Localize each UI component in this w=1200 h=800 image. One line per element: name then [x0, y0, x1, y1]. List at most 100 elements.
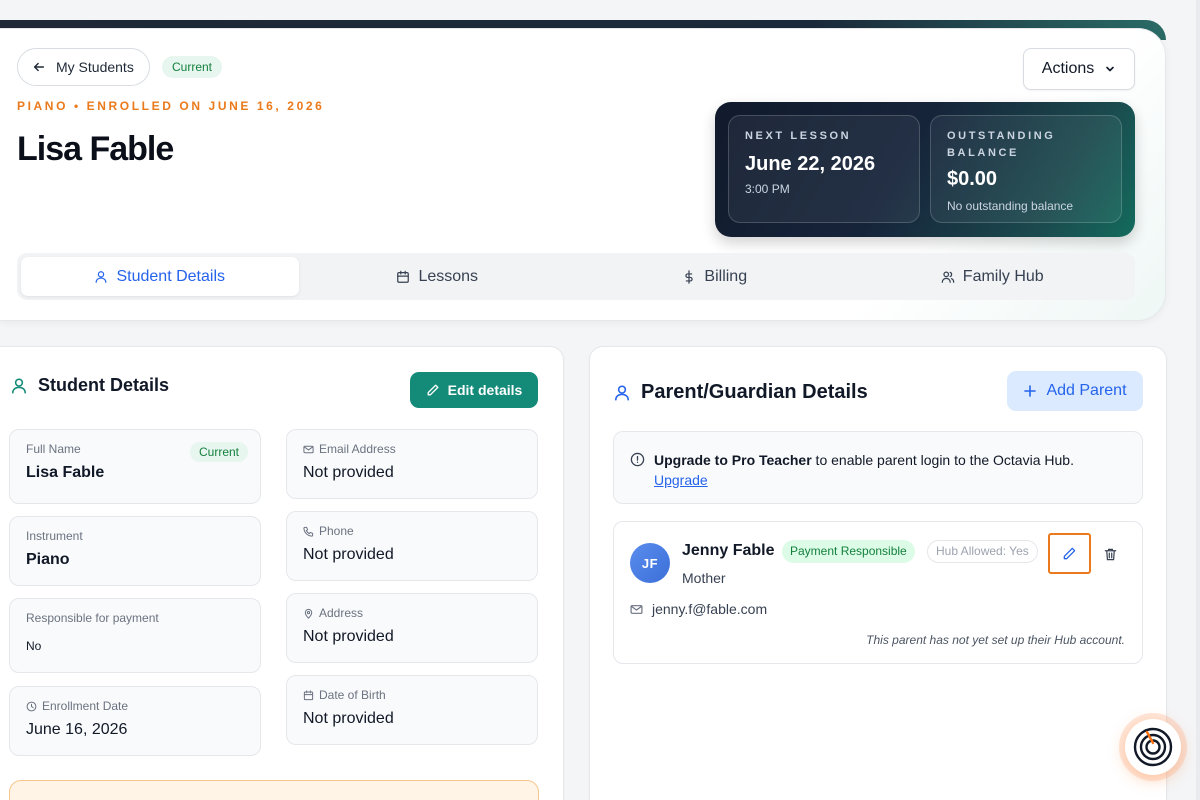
field-value: Piano: [26, 551, 70, 568]
chevron-down-icon: [1106, 66, 1115, 72]
next-lesson-label: NEXT LESSON: [745, 130, 852, 142]
tab-label: Family Hub: [962, 267, 1044, 285]
field-label: Date of Birth: [303, 688, 521, 702]
status-badge: Current: [162, 56, 223, 78]
field-value: Not provided: [303, 464, 394, 481]
phone-label: Phone: [319, 524, 354, 538]
address-field: Address Not provided: [286, 593, 538, 663]
user-icon: [615, 384, 629, 401]
arrow-left-icon: [33, 62, 45, 72]
status-badge: Current: [189, 442, 248, 462]
parent-details-heading: Parent/Guardian Details: [613, 381, 868, 404]
field-value: June 16, 2026: [26, 721, 128, 738]
phone-field: Phone Not provided: [286, 511, 538, 581]
email-label: Email Address: [319, 442, 396, 456]
parent-name: Jenny Fable: [682, 542, 775, 559]
edit-details-label: Edit details: [447, 382, 523, 398]
user-icon: [96, 270, 107, 283]
balance-label-line1: OUTSTANDING: [947, 130, 1056, 142]
tab-billing[interactable]: Billing: [576, 257, 854, 296]
field-value: Lisa Fable: [26, 464, 105, 481]
upgrade-message: Upgrade to Pro Teacher to enable parent …: [654, 450, 1126, 470]
clock-icon: [26, 701, 37, 711]
pencil-icon: [427, 384, 439, 396]
address-label: Address: [319, 606, 364, 620]
tab-label: Student Details: [116, 267, 225, 285]
enrollment-label: Enrollment Date: [42, 699, 129, 713]
dollar-icon: [685, 269, 693, 284]
tab-label: Lessons: [418, 267, 479, 285]
field-label: Responsible for payment: [26, 611, 159, 625]
student-details-heading: Student Details: [10, 375, 169, 396]
field-label: Phone: [303, 524, 521, 538]
payment-responsible-field: Responsible for payment No: [9, 598, 261, 673]
upgrade-text: to enable parent login to the Octavia Hu…: [811, 452, 1074, 468]
payment-responsible-badge: Payment Responsible: [782, 540, 915, 563]
date-of-birth-field: Date of Birth Not provided: [286, 675, 538, 745]
lesson-balance-summary: NEXT LESSON June 22, 2026 3:00 PM OUTSTA…: [715, 102, 1135, 237]
actions-dropdown-button[interactable]: Actions: [1023, 48, 1135, 90]
parent-email: jenny.f@fable.com: [630, 601, 767, 617]
mail-icon: [303, 445, 314, 453]
field-label: Email Address: [303, 442, 521, 456]
dob-label: Date of Birth: [319, 688, 386, 702]
parent-relation: Mother: [682, 570, 726, 586]
mail-icon: [630, 604, 643, 614]
field-value: No: [26, 639, 42, 653]
section-title: Parent/Guardian Details: [641, 381, 868, 403]
next-lesson-box: NEXT LESSON June 22, 2026 3:00 PM: [728, 115, 920, 223]
edit-details-button[interactable]: Edit details: [410, 372, 538, 408]
hub-allowed-badge: Hub Allowed: Yes: [927, 540, 1038, 563]
edit-parent-button[interactable]: [1048, 533, 1091, 574]
spiral-logo-icon: [1133, 727, 1173, 767]
enrollment-date-field: Enrollment Date June 16, 2026: [9, 686, 261, 756]
back-button-label: My Students: [56, 59, 134, 75]
student-tabs: Student Details Lessons Billing Family H…: [17, 253, 1135, 300]
upgrade-bold-text: Upgrade to Pro Teacher: [654, 452, 812, 468]
info-icon: [630, 452, 645, 467]
add-parent-button[interactable]: Add Parent: [1007, 371, 1143, 411]
delete-parent-button[interactable]: [1100, 543, 1120, 565]
actions-label: Actions: [1041, 60, 1095, 77]
tab-student-details[interactable]: Student Details: [21, 257, 299, 296]
pencil-icon: [1063, 547, 1076, 560]
field-value: Not provided: [303, 710, 394, 727]
next-lesson-time: 3:00 PM: [745, 182, 790, 196]
field-value: Not provided: [303, 628, 394, 645]
email-field: Email Address Not provided: [286, 429, 538, 499]
tab-lessons[interactable]: Lessons: [299, 257, 577, 296]
notice-banner: [9, 780, 539, 800]
parent-email-value: jenny.f@fable.com: [652, 601, 768, 617]
next-lesson-date: June 22, 2026: [745, 153, 876, 175]
calendar-icon: [397, 270, 410, 283]
page-title: Lisa Fable: [17, 130, 174, 168]
outstanding-balance-box: OUTSTANDING BALANCE $0.00 No outstanding…: [930, 115, 1122, 223]
plus-icon: [1024, 385, 1037, 397]
help-widget-button[interactable]: [1125, 719, 1181, 775]
phone-icon: [303, 526, 314, 537]
balance-label-line2: BALANCE: [947, 147, 1019, 159]
users-icon: [941, 270, 955, 283]
hub-setup-note: This parent has not yet set up their Hub…: [866, 633, 1125, 647]
full-name-field: Full Name Lisa Fable Current: [9, 429, 261, 504]
field-label: Enrollment Date: [26, 699, 244, 713]
field-label: Address: [303, 606, 521, 620]
trash-icon: [1104, 548, 1116, 560]
avatar: JF: [630, 543, 670, 583]
upgrade-link[interactable]: Upgrade: [654, 472, 708, 488]
tab-label: Billing: [704, 267, 748, 285]
tab-family-hub[interactable]: Family Hub: [854, 257, 1132, 296]
field-label: Instrument: [26, 529, 83, 543]
enrollment-subtitle: PIANO • ENROLLED ON JUNE 16, 2026: [17, 99, 325, 113]
add-parent-label: Add Parent: [1046, 382, 1127, 399]
balance-value: $0.00: [947, 168, 998, 190]
user-icon: [12, 377, 26, 394]
balance-note: No outstanding balance: [947, 199, 1074, 213]
map-pin-icon: [304, 608, 313, 619]
section-title: Student Details: [38, 375, 170, 395]
field-value: Not provided: [303, 546, 394, 563]
window-edge: [1196, 0, 1200, 800]
back-to-students-button[interactable]: My Students: [17, 48, 150, 86]
upgrade-notice: Upgrade to Pro Teacher to enable parent …: [613, 431, 1143, 504]
instrument-field: Instrument Piano: [9, 516, 261, 586]
